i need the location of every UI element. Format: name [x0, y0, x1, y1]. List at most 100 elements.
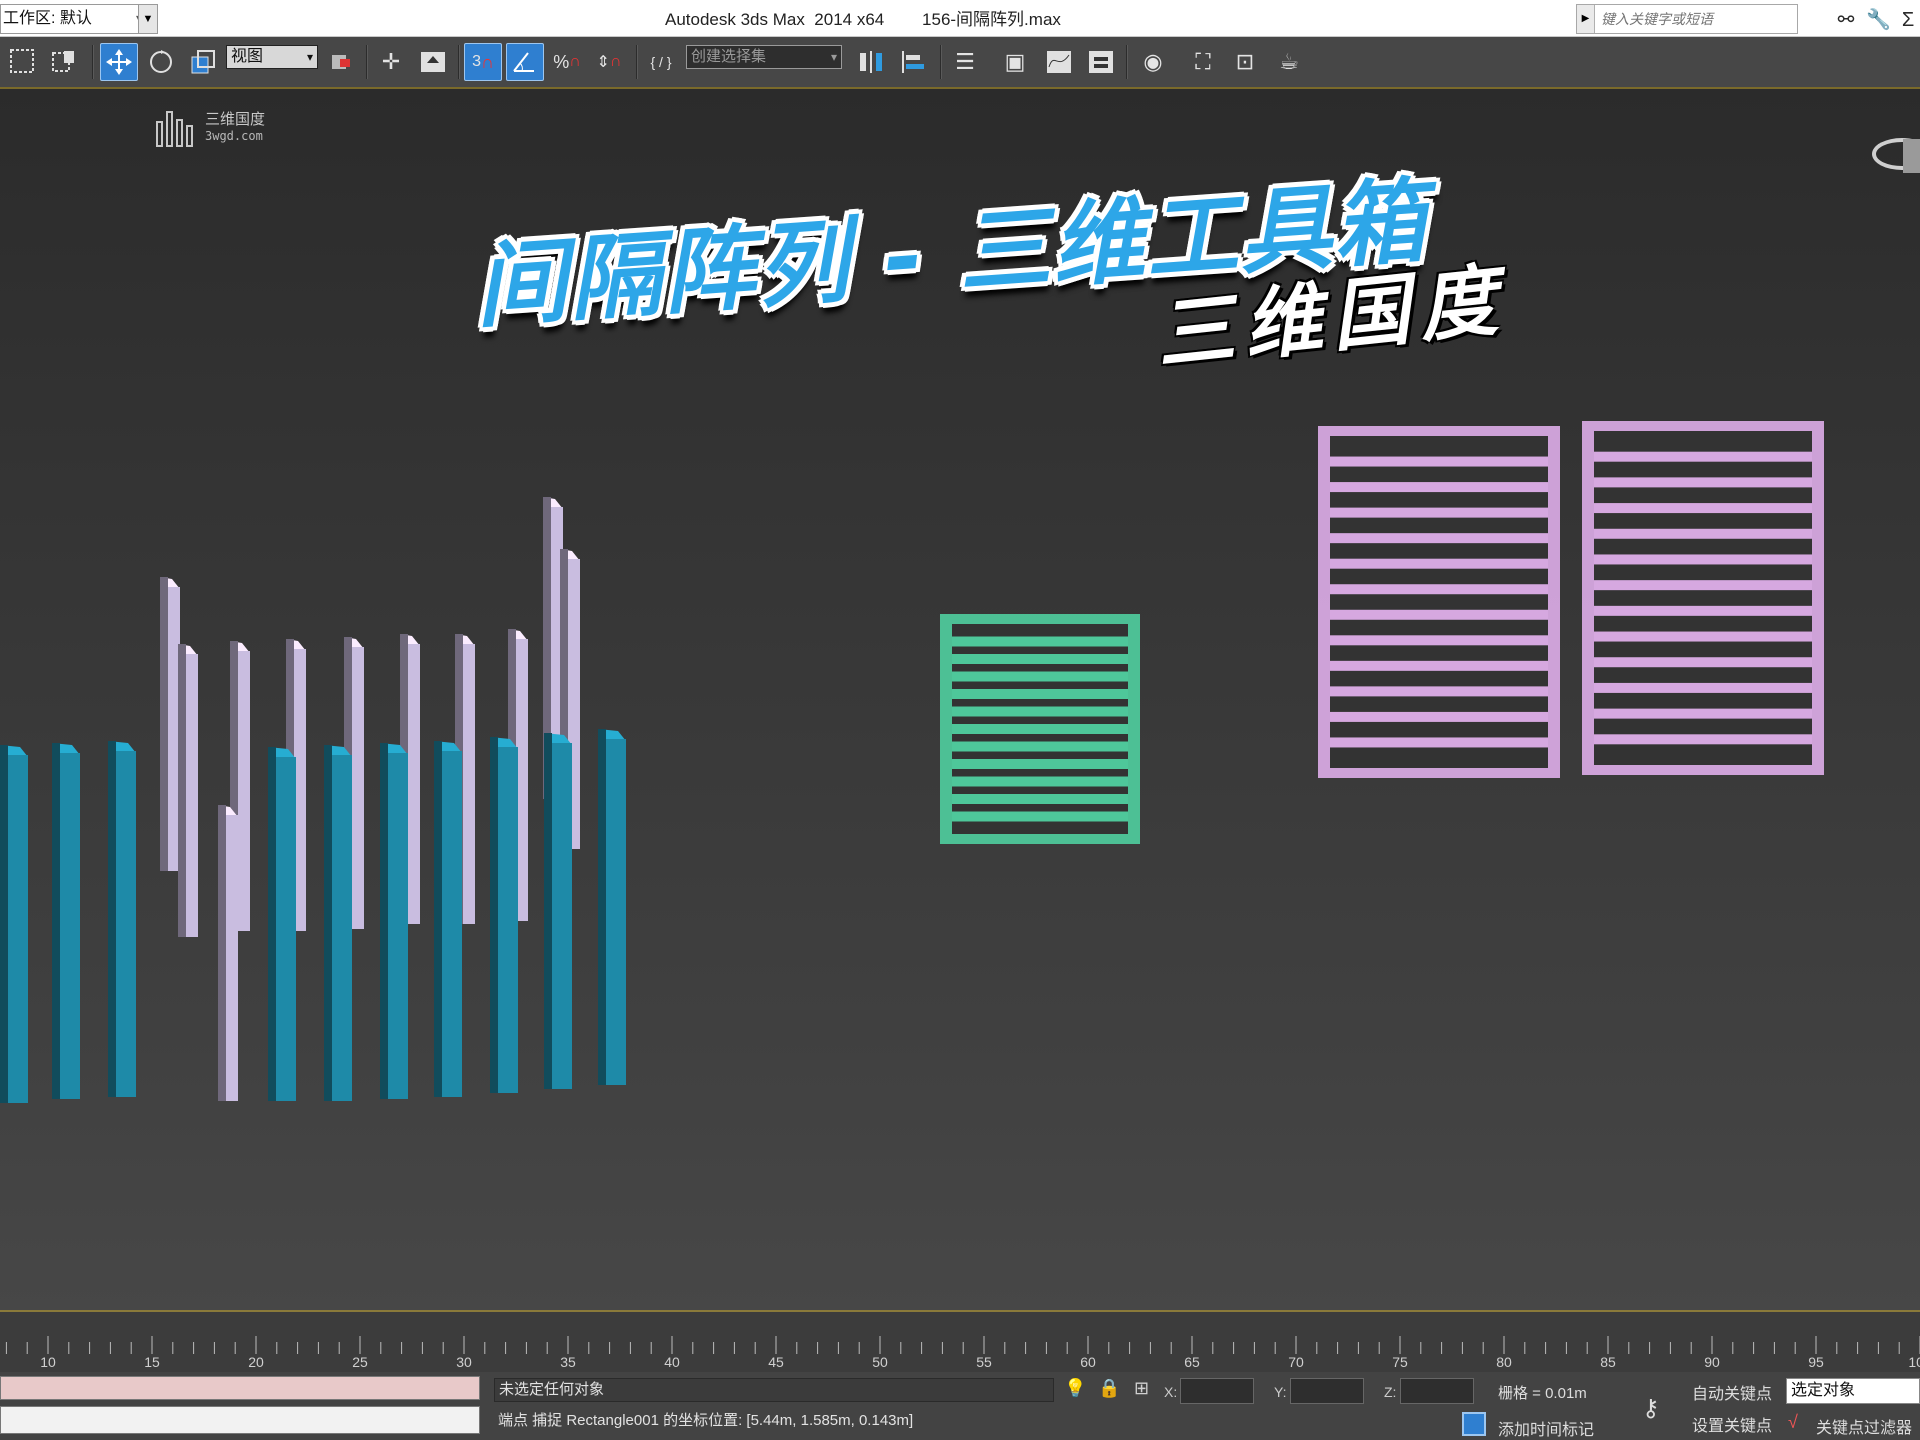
pink-louver-frame-left-slat — [1330, 584, 1548, 595]
rect-selection-icon[interactable] — [4, 43, 42, 81]
layer-manager-icon[interactable]: ☰ — [946, 43, 984, 81]
y-coordinate-field[interactable] — [1290, 1378, 1364, 1404]
viewcube-icon[interactable] — [1903, 139, 1920, 173]
material-editor-icon[interactable]: ◉ — [1134, 43, 1172, 81]
pink-louver-frame-left-slat — [1330, 711, 1548, 722]
pink-louver-frame-left-slat — [1330, 507, 1548, 518]
snaps-toggle-icon[interactable]: 3 ∩ — [464, 43, 502, 81]
auto-key-button[interactable]: 自动关键点 — [1692, 1380, 1772, 1404]
schematic-view-icon[interactable] — [1082, 43, 1120, 81]
timeline-tick-label: 35 — [560, 1354, 576, 1370]
exchange-icon[interactable]: Σ — [1896, 8, 1920, 32]
maxscript-listener-input[interactable] — [0, 1376, 480, 1400]
timeline-tick-label: 15 — [144, 1354, 160, 1370]
rendered-frame-icon[interactable]: ⊡ — [1226, 43, 1264, 81]
key-filter-icon[interactable]: √ — [1788, 1412, 1798, 1433]
teal-bar-5-side — [380, 743, 388, 1099]
named-selection-set[interactable]: 创建选择集 ▾ — [686, 45, 842, 69]
green-louver-frame-slat — [952, 706, 1128, 717]
toolbar-separator — [636, 45, 638, 79]
timeline-tick-label: 70 — [1288, 1354, 1304, 1370]
teal-bar-6-side — [434, 741, 442, 1097]
timeline-tick-label: 90 — [1704, 1354, 1720, 1370]
set-key-button[interactable]: 设置关键点 — [1692, 1412, 1772, 1436]
lavender-bar-0-side — [160, 577, 168, 871]
lavender-bar-5-front — [408, 644, 420, 924]
lock-icon[interactable]: 🔒 — [1098, 1378, 1120, 1399]
select-manipulate-icon[interactable]: ✛ — [372, 43, 410, 81]
mirror-icon[interactable] — [852, 43, 890, 81]
edit-named-selection-icon[interactable]: { / } — [642, 43, 680, 81]
teal-bar-7-side — [490, 737, 498, 1093]
expand-arrow-icon[interactable]: ▶ — [1577, 5, 1595, 33]
pink-louver-frame-right-slat — [1594, 657, 1812, 668]
green-louver-frame-slat — [952, 759, 1128, 769]
reference-coordinate-select[interactable]: 视图 ▾ — [226, 45, 318, 69]
pivot-center-icon[interactable] — [322, 43, 360, 81]
time-slider-track[interactable]: 10 15 20 25 30 35 40 45 50 55 60 65 70 75 80 85 90 95 100 — [0, 1310, 1920, 1372]
workspace-menu-button[interactable]: ▼ — [138, 4, 158, 34]
workspace-dropdown[interactable]: 工作区: 默认▾ — [0, 4, 158, 34]
green-louver-frame-slat — [952, 724, 1128, 734]
search-box[interactable]: ▶ — [1576, 4, 1798, 34]
lavender-bar-4-front — [352, 647, 364, 929]
toolbar-separator — [92, 45, 94, 79]
scale-icon[interactable] — [184, 43, 222, 81]
keyboard-shortcut-icon[interactable] — [414, 43, 452, 81]
pink-louver-frame-right-slat — [1594, 682, 1812, 693]
teal-bar-3-side — [268, 747, 276, 1101]
teal-bar-0-front — [8, 755, 28, 1103]
x-coordinate-field[interactable] — [1180, 1378, 1254, 1404]
timeline-tick-label: 45 — [768, 1354, 784, 1370]
binoculars-icon[interactable]: ⚯ — [1834, 8, 1858, 32]
pink-louver-frame-right-slat — [1594, 554, 1812, 565]
pink-louver-frame-left-slat — [1330, 533, 1548, 544]
logo-bars-icon — [156, 111, 193, 147]
timeline-tick-label: 30 — [456, 1354, 472, 1370]
angle-snap-icon[interactable] — [506, 43, 544, 81]
curve-editor-icon[interactable] — [1040, 43, 1078, 81]
green-louver-frame-slat — [952, 654, 1128, 664]
perspective-viewport[interactable]: 三维国度 3wgd.com 间隔阵列 - 三维工具箱 三维国度 — [0, 89, 1920, 1310]
status-bar: 未选定任何对象 端点 捕捉 Rectangle001 的坐标位置: [5.44m… — [0, 1372, 1920, 1440]
timeline-tick-label: 65 — [1184, 1354, 1200, 1370]
y-label: Y: — [1274, 1384, 1287, 1400]
teal-bar-1-front — [60, 753, 80, 1099]
pink-louver-frame-right-slat — [1594, 528, 1812, 539]
pink-louver-frame-right-slat — [1594, 580, 1812, 591]
isolate-selection-icon[interactable]: 💡 — [1064, 1378, 1086, 1399]
scene-explorer-icon[interactable]: ▣ — [996, 43, 1034, 81]
maxscript-listener-output[interactable] — [0, 1406, 480, 1434]
key-selection-dropdown[interactable]: 选定对象 — [1786, 1378, 1920, 1404]
render-setup-icon[interactable]: ⛶ — [1184, 43, 1222, 81]
pink-louver-frame-right-slat — [1594, 631, 1812, 642]
time-tag-icon[interactable] — [1462, 1412, 1486, 1436]
timeline-tick-label: 25 — [352, 1354, 368, 1370]
search-input[interactable] — [1601, 8, 1791, 30]
align-icon[interactable] — [894, 43, 932, 81]
grid-spacing: 栅格 = 0.01m — [1498, 1385, 1587, 1402]
teal-bar-8-side — [544, 733, 552, 1089]
z-coordinate-field[interactable] — [1400, 1378, 1474, 1404]
add-time-tag[interactable]: 添加时间标记 — [1498, 1416, 1594, 1440]
spinner-snap-icon[interactable]: ⇕ ∩ — [590, 43, 628, 81]
teal-bar-0-side — [0, 745, 8, 1103]
render-teapot-icon[interactable]: ☕ — [1270, 43, 1308, 81]
teal-bar-9-front — [606, 739, 626, 1085]
toolbar-separator — [1126, 45, 1128, 79]
lavender-bar-1-front — [186, 654, 198, 937]
wrench-icon[interactable]: 🔧 — [1866, 8, 1891, 32]
workspace-label: 工作区: 默认 — [3, 10, 92, 27]
toolbar-separator — [366, 45, 368, 79]
pink-louver-frame-right-slat — [1594, 734, 1812, 745]
window-crossing-icon[interactable] — [46, 43, 84, 81]
logo-url: 3wgd.com — [205, 129, 263, 143]
percent-snap-icon[interactable]: % ∩ — [548, 43, 586, 81]
app-window: 工作区: 默认▾ ▼ Autodesk 3ds Max 2014 x64 156… — [0, 0, 1920, 1440]
move-icon[interactable] — [100, 43, 138, 81]
absolute-mode-icon[interactable]: ⊞ — [1134, 1378, 1149, 1399]
key-filters-button[interactable]: 关键点过滤器 — [1816, 1414, 1912, 1438]
chevron-down-icon: ▾ — [830, 50, 837, 64]
rotate-icon[interactable] — [142, 43, 180, 81]
key-icon[interactable]: ⚷ — [1642, 1394, 1660, 1423]
